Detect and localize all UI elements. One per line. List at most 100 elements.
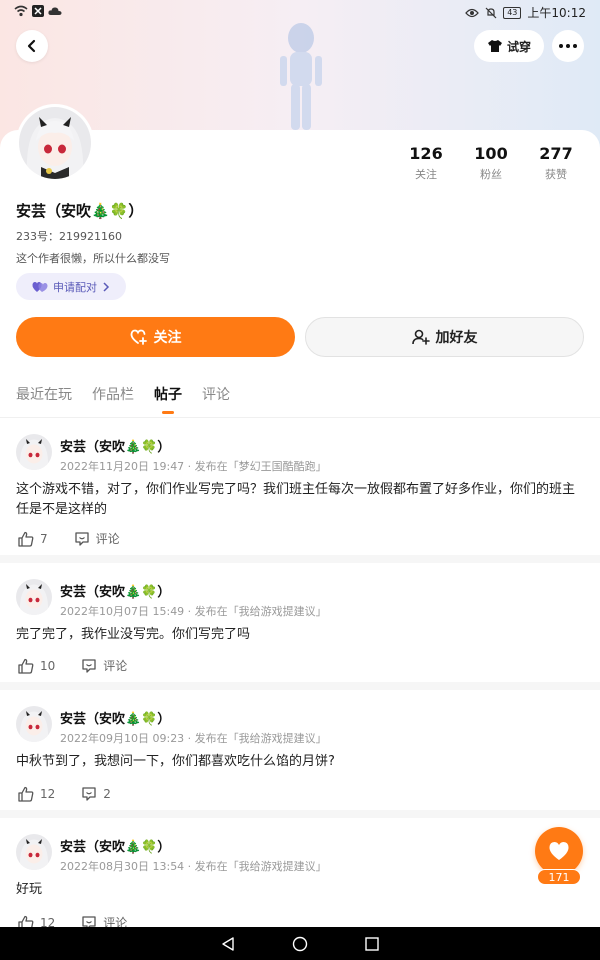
comment-icon: [82, 658, 96, 673]
thumbs-up-icon: [18, 531, 34, 547]
add-user-icon: [411, 329, 430, 345]
nav-home-icon[interactable]: [292, 936, 308, 952]
post-author[interactable]: 安芸（安吹🎄🍀）: [60, 436, 170, 455]
comment-button[interactable]: 评论: [81, 914, 127, 927]
comment-icon: [82, 915, 96, 927]
comment-icon: [82, 787, 96, 801]
avatar-figure-icon: [280, 23, 322, 130]
like-button[interactable]: 10: [18, 657, 55, 674]
follow-label: 关注: [153, 330, 182, 346]
floating-like-button[interactable]: [535, 827, 583, 875]
chevron-right-icon: [103, 281, 110, 292]
avatar-image: [16, 434, 52, 470]
post-text[interactable]: 好玩: [16, 880, 584, 900]
avatar-image: [16, 579, 52, 615]
post-meta: 2022年09月10日 09:23 · 发布在「我给游戏提建议」: [60, 732, 327, 745]
post-author[interactable]: 安芸（安吹🎄🍀）: [60, 836, 170, 855]
stat-likes[interactable]: 277 获赞: [526, 144, 586, 182]
like-count: 12: [40, 787, 56, 801]
battery-indicator: 43: [503, 6, 522, 19]
post-separator: [0, 555, 600, 563]
try-on-label: 试穿: [506, 39, 531, 54]
post-avatar[interactable]: [16, 434, 52, 470]
stat-label: 获赞: [545, 168, 567, 181]
like-count: 10: [40, 658, 56, 673]
more-button[interactable]: [552, 30, 584, 62]
comment-button[interactable]: 评论: [74, 530, 120, 547]
stat-label: 粉丝: [480, 168, 502, 181]
like-button[interactable]: 12: [18, 914, 55, 927]
profile-stats: 126 关注 100 粉丝 277 获赞: [396, 144, 586, 182]
post-author[interactable]: 安芸（安吹🎄🍀）: [60, 708, 170, 727]
post-avatar[interactable]: [16, 834, 52, 870]
status-bar: 43 上午10:12: [0, 0, 600, 26]
comment-count: 评论: [103, 659, 128, 673]
post-item[interactable]: 安芸（安吹🎄🍀） 2022年08月30日 13:54 · 发布在「我给游戏提建议…: [0, 818, 600, 927]
stat-followers[interactable]: 100 粉丝: [461, 144, 521, 182]
post-avatar[interactable]: [16, 706, 52, 742]
post-author[interactable]: 安芸（安吹🎄🍀）: [60, 581, 170, 600]
stat-number: 126: [409, 144, 443, 163]
post-avatar[interactable]: [16, 579, 52, 615]
thumbs-up-icon: [18, 658, 34, 674]
heart-icon: [549, 842, 569, 860]
mute-bell-icon: [485, 7, 497, 19]
like-button[interactable]: 12: [18, 786, 55, 802]
comment-button[interactable]: 2: [81, 786, 111, 802]
like-count: 12: [40, 915, 56, 928]
nav-back-icon[interactable]: [220, 936, 236, 952]
avatar[interactable]: [16, 104, 94, 182]
post-actions: 7 评论: [18, 530, 120, 547]
stat-number: 277: [539, 144, 573, 163]
add-friend-label: 加好友: [435, 330, 478, 346]
tab-recent-played[interactable]: 最近在玩: [16, 384, 72, 404]
tshirt-icon: [487, 40, 502, 52]
comment-count: 评论: [95, 532, 120, 546]
like-count: 7: [40, 531, 48, 546]
like-button[interactable]: 7: [18, 530, 48, 547]
avatar-image: [19, 107, 91, 179]
post-actions: 12 评论: [18, 914, 127, 927]
tab-works[interactable]: 作品栏: [92, 384, 134, 404]
chevron-left-icon: [27, 39, 36, 53]
pair-request-label: 申请配对: [53, 280, 97, 294]
pair-request-button[interactable]: 申请配对: [16, 273, 126, 300]
back-button[interactable]: [16, 30, 48, 62]
wifi-icon: [14, 5, 28, 17]
try-on-button[interactable]: 试穿: [474, 30, 544, 62]
tab-posts[interactable]: 帖子: [154, 384, 182, 414]
eye-icon: [465, 8, 480, 18]
avatar-image: [16, 834, 52, 870]
comment-count: 2: [103, 787, 111, 801]
post-actions: 10 评论: [18, 657, 127, 674]
stat-number: 100: [474, 144, 508, 163]
comment-button[interactable]: 评论: [81, 657, 127, 674]
heart-plus-icon: [130, 329, 147, 345]
post-item[interactable]: 安芸（安吹🎄🍀） 2022年10月07日 15:49 · 发布在「我给游戏提建议…: [0, 563, 600, 690]
status-left: [14, 5, 62, 17]
stat-following[interactable]: 126 关注: [396, 144, 456, 182]
status-right: 43 上午10:12: [465, 4, 586, 21]
post-item[interactable]: 安芸（安吹🎄🍀） 2022年11月20日 19:47 · 发布在「梦幻王国酷酷跑…: [0, 418, 600, 563]
cloud-icon: [48, 6, 62, 16]
post-item[interactable]: 安芸（安吹🎄🍀） 2022年09月10日 09:23 · 发布在「我给游戏提建议…: [0, 690, 600, 818]
stat-label: 关注: [415, 168, 437, 181]
post-separator: [0, 682, 600, 690]
add-friend-button[interactable]: 加好友: [305, 317, 584, 357]
post-meta: 2022年11月20日 19:47 · 发布在「梦幻王国酷酷跑」: [60, 460, 327, 473]
post-text[interactable]: 这个游戏不错，对了，你们作业写完了吗？我们班主任每次一放假都布置了好多作业，你们…: [16, 480, 584, 520]
comment-icon: [74, 531, 89, 546]
post-text[interactable]: 完了完了，我作业没写完。你们写完了吗: [16, 625, 584, 645]
nav-recents-icon[interactable]: [364, 936, 380, 952]
app-notification-icon: [32, 5, 44, 17]
clock: 上午10:12: [527, 6, 586, 20]
post-text[interactable]: 中秋节到了，我想问一下，你们都喜欢吃什么馅的月饼?: [16, 752, 584, 772]
profile-name: 安芸（安吹🎄🍀）: [16, 202, 144, 220]
tab-comments[interactable]: 评论: [202, 384, 230, 404]
thumbs-up-icon: [18, 786, 34, 802]
user-id: 233号：219921160: [16, 230, 122, 243]
follow-button[interactable]: 关注: [16, 317, 295, 357]
profile-bio: 这个作者很懒，所以什么都没写: [16, 252, 170, 265]
more-dots-icon: [559, 44, 577, 48]
comment-count: 评论: [103, 916, 128, 927]
